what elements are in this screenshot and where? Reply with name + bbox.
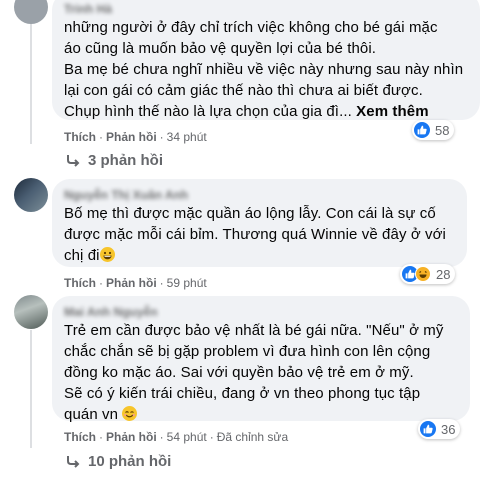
- comment-line: chị đi: [64, 247, 100, 264]
- comment-line: được mặc mỗi cái bỉm. Thương quá Winnie …: [64, 226, 446, 243]
- thread-line: [30, 330, 32, 448]
- comment-text: Bố mẹ thì được mặc quần áo lộng lẫy. Con…: [64, 203, 446, 266]
- comment-bubble: Nguyễn Thị Xuân Anh Bố mẹ thì được mặc q…: [52, 179, 467, 267]
- edited-label[interactable]: Đã chỉnh sửa: [217, 430, 288, 444]
- reaction-count: 28: [436, 266, 451, 282]
- comment-author[interactable]: Trinh Hà: [64, 2, 112, 16]
- comment-author[interactable]: Mai Anh Nguyễn: [64, 305, 158, 319]
- comment-bubble: Mai Anh Nguyễn Trẻ em cần được bảo vệ nh…: [52, 296, 470, 423]
- comment-line: Ba mẹ bé chưa nghĩ nhiều về việc này như…: [64, 61, 464, 78]
- view-replies-button[interactable]: 3 phản hồi: [66, 152, 163, 169]
- reply-link[interactable]: Phản hồi: [106, 276, 157, 290]
- like-reaction-icon: [420, 421, 436, 437]
- comment-meta: Thích · Phản hồi · 59 phút: [64, 276, 207, 290]
- comment-line: chắc chắn sẽ bị gặp problem vì đưa hình …: [64, 343, 431, 360]
- like-reaction-icon: [414, 122, 430, 138]
- comment-line: Sẽ có ý kiến trái chiều, đang ở vn theo …: [64, 385, 421, 402]
- avatar[interactable]: [14, 0, 48, 24]
- like-link[interactable]: Thích: [64, 276, 96, 290]
- comment-line: quán vn: [64, 406, 119, 423]
- comment-text: Trẻ em cần được bảo vệ nhất là bé gái nữ…: [64, 320, 444, 425]
- comment-line: Trẻ em cần được bảo vệ nhất là bé gái nữ…: [64, 322, 444, 339]
- comment-meta: Thích · Phản hồi · 34 phút: [64, 130, 207, 144]
- reply-link[interactable]: Phản hồi: [106, 130, 157, 144]
- comment-time[interactable]: 34 phút: [167, 130, 207, 144]
- reaction-summary[interactable]: 36: [418, 419, 461, 439]
- view-replies-button[interactable]: 10 phản hồi: [66, 453, 171, 470]
- reply-link[interactable]: Phản hồi: [106, 430, 157, 444]
- comment-author[interactable]: Nguyễn Thị Xuân Anh: [64, 188, 188, 202]
- comment-line: áo cũng là muốn bảo vệ quyền lợi của bé …: [64, 40, 377, 57]
- reply-arrow-icon: [67, 154, 80, 167]
- grinning-emoji-icon: [99, 247, 115, 262]
- comment-text: những người ở đây chỉ trích việc không c…: [64, 17, 463, 122]
- reaction-summary[interactable]: 28: [400, 264, 456, 284]
- reply-arrow-icon: [67, 455, 80, 468]
- replies-count-label: 3 phản hồi: [88, 152, 163, 169]
- avatar[interactable]: [14, 178, 48, 212]
- see-more-link[interactable]: Xem thêm: [356, 103, 429, 120]
- comment-time[interactable]: 54 phút: [167, 430, 207, 444]
- avatar[interactable]: [14, 295, 48, 329]
- comment-line: Bố mẹ thì được mặc quần áo lộng lẫy. Con…: [64, 205, 436, 222]
- reaction-count: 36: [441, 421, 456, 437]
- comment-line: đồng ko mặc áo. Sai với quyền bảo vệ trẻ…: [64, 364, 414, 381]
- comment-meta: Thích · Phản hồi · 54 phút · Đã chỉnh sửa: [64, 430, 289, 444]
- like-link[interactable]: Thích: [64, 430, 96, 444]
- comment-line: những người ở đây chỉ trích việc không c…: [64, 19, 438, 36]
- comment-line: Chụp hình thế nào là lựa chọn của gia đì…: [64, 103, 352, 120]
- reaction-count: 58: [435, 122, 450, 138]
- thread-line: [30, 24, 32, 144]
- comment-line: lại con gái có cảm giác thế nào thì chưa…: [64, 82, 423, 99]
- haha-reaction-icon: [415, 266, 431, 282]
- smiling-emoji-icon: [122, 406, 138, 421]
- comment-time[interactable]: 59 phút: [167, 276, 207, 290]
- replies-count-label: 10 phản hồi: [88, 453, 172, 470]
- reaction-summary[interactable]: 58: [412, 120, 455, 140]
- like-link[interactable]: Thích: [64, 130, 96, 144]
- comment-bubble: Trinh Hà những người ở đây chỉ trích việ…: [52, 0, 480, 120]
